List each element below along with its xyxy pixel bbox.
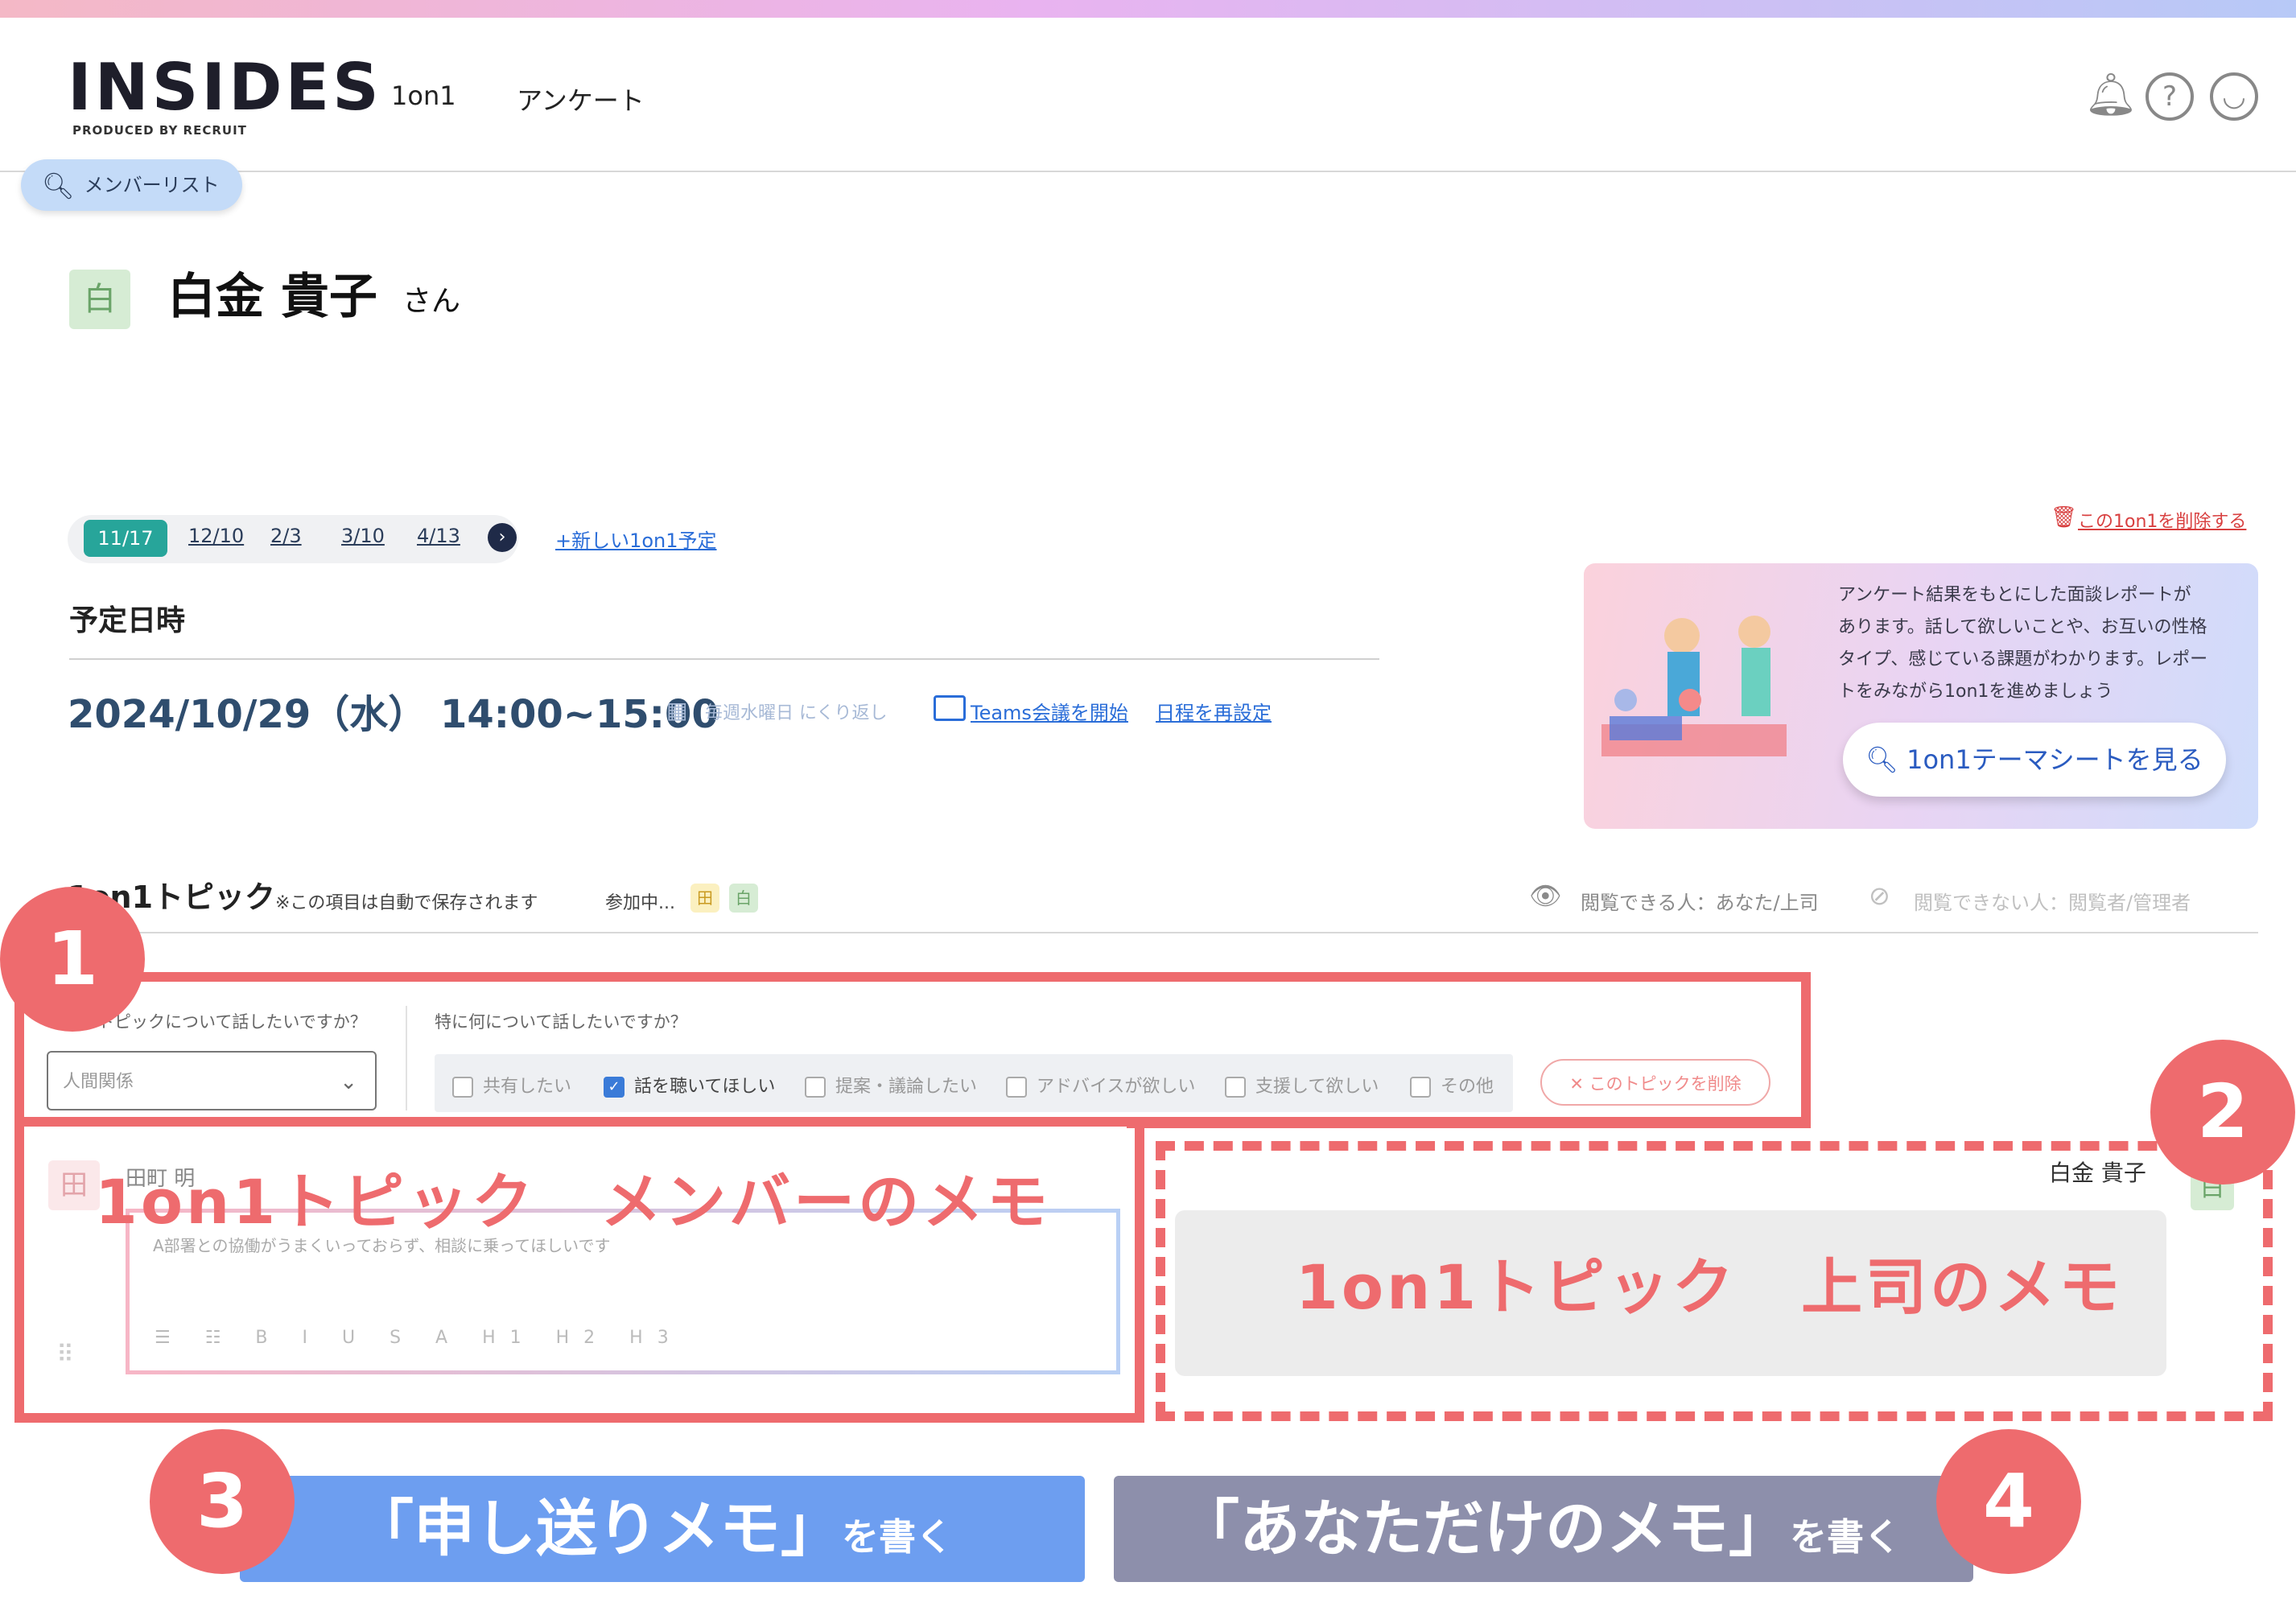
nav-survey[interactable]: アンケート (517, 80, 645, 117)
participant-badge: 田 (690, 884, 719, 913)
step-badge-3: 3 (150, 1429, 295, 1574)
step-badge-4: 4 (1936, 1429, 2081, 1574)
handover-memo-label: 「申し送りメモ」 (352, 1493, 842, 1564)
highlight-connector (1127, 1119, 1811, 1128)
promo-line: アンケート結果をもとにした面談レポートが (1838, 585, 2191, 605)
eye-off-icon: ⊘ (1869, 880, 1890, 911)
app-logo[interactable]: INSIDES (68, 50, 382, 125)
handover-memo-button[interactable]: 「申し送りメモ」を書く (240, 1476, 1085, 1582)
avatar: 白 (69, 270, 130, 329)
search-icon: 🔍︎ (1865, 744, 1907, 775)
autosave-note: ※この項目は自動で保存されます (275, 893, 538, 913)
help-icon[interactable]: ? (2146, 72, 2194, 121)
theme-sheet-button[interactable]: 🔍︎ 1on1テーマシートを見る (1843, 723, 2226, 797)
honorific: さん (402, 285, 461, 318)
promo-line: あります。話して欲しいことや、お互いの性格 (1838, 617, 2207, 637)
participants-label: 参加中... (605, 893, 675, 913)
person-name: 白金 貴子 (167, 269, 377, 325)
date-tab[interactable]: 2/3 (270, 525, 302, 547)
user-icon[interactable]: ◡ (2210, 72, 2258, 121)
not-viewable-text: 閲覧できない人：閲覧者/管理者 (1914, 892, 2191, 914)
member-memo-caption: 1on1トピック メンバーのメモ (95, 1166, 1052, 1238)
highlight-topic-row (14, 972, 1811, 1127)
topics-divider (68, 932, 2258, 933)
chevron-right-icon[interactable]: › (488, 523, 517, 552)
teams-link[interactable]: Teams会議を開始 (971, 697, 1128, 725)
date-tab-active[interactable]: 11/17 (84, 520, 167, 557)
calendar-icon: ▦ (666, 697, 688, 723)
new-1on1-link[interactable]: +新しい1on1予定 (555, 525, 717, 553)
promo-line: トをみながら1on1を進めましょう (1838, 682, 2113, 702)
search-icon: 🔍︎ (42, 171, 75, 201)
bell-icon[interactable]: 🔔︎ (2084, 72, 2137, 117)
reschedule-link[interactable]: 日程を再設定 (1156, 697, 1272, 725)
date-tab[interactable]: 3/10 (341, 525, 385, 547)
step-badge-2: 2 (2150, 1040, 2295, 1185)
private-memo-label: 「あなただけのメモ」 (1178, 1493, 1790, 1564)
theme-sheet-label: 1on1テーマシートを見る (1906, 744, 2203, 775)
illustration (1601, 616, 1787, 756)
date-tab[interactable]: 12/10 (188, 525, 244, 547)
write-suffix: を書く (842, 1515, 953, 1559)
promo-text: アンケート結果をもとにした面談レポートが あります。話して欲しいことや、お互いの… (1838, 579, 2240, 708)
schedule-datetime: 2024/10/29（水） 14:00~15:00 (68, 692, 719, 737)
participant-badge: 白 (729, 884, 758, 913)
member-list-label: メンバーリスト (84, 174, 220, 196)
header-divider (0, 171, 2296, 172)
trash-icon: 🗑︎ (2051, 505, 2078, 529)
nav-1on1[interactable]: 1on1 (391, 80, 456, 111)
eye-icon: 👁︎ (1529, 880, 1562, 911)
video-icon (934, 695, 966, 721)
viewable-text: 閲覧できる人：あなた/上司 (1581, 892, 1819, 914)
write-suffix: を書く (1790, 1515, 1901, 1559)
delete-1on1-link[interactable]: この1on1を削除する (2078, 507, 2246, 533)
promo-line: タイプ、感じている課題がわかります。レポー (1838, 649, 2208, 670)
schedule-divider (69, 658, 1379, 660)
member-list-button[interactable]: 🔍︎ メンバーリスト (21, 159, 242, 211)
date-tab[interactable]: 4/13 (417, 525, 460, 547)
private-memo-button[interactable]: 「あなただけのメモ」を書く (1114, 1476, 1973, 1582)
top-gradient-bar (0, 0, 2296, 18)
manager-memo-caption: 1on1トピック 上司のメモ (1296, 1251, 2124, 1323)
logo-subtitle: PRODUCED BY RECRUIT (72, 123, 247, 138)
step-badge-1: 1 (0, 887, 145, 1032)
repeat-text: 毎週水曜日 にくり返し (705, 703, 888, 723)
schedule-label: 予定日時 (69, 604, 186, 637)
